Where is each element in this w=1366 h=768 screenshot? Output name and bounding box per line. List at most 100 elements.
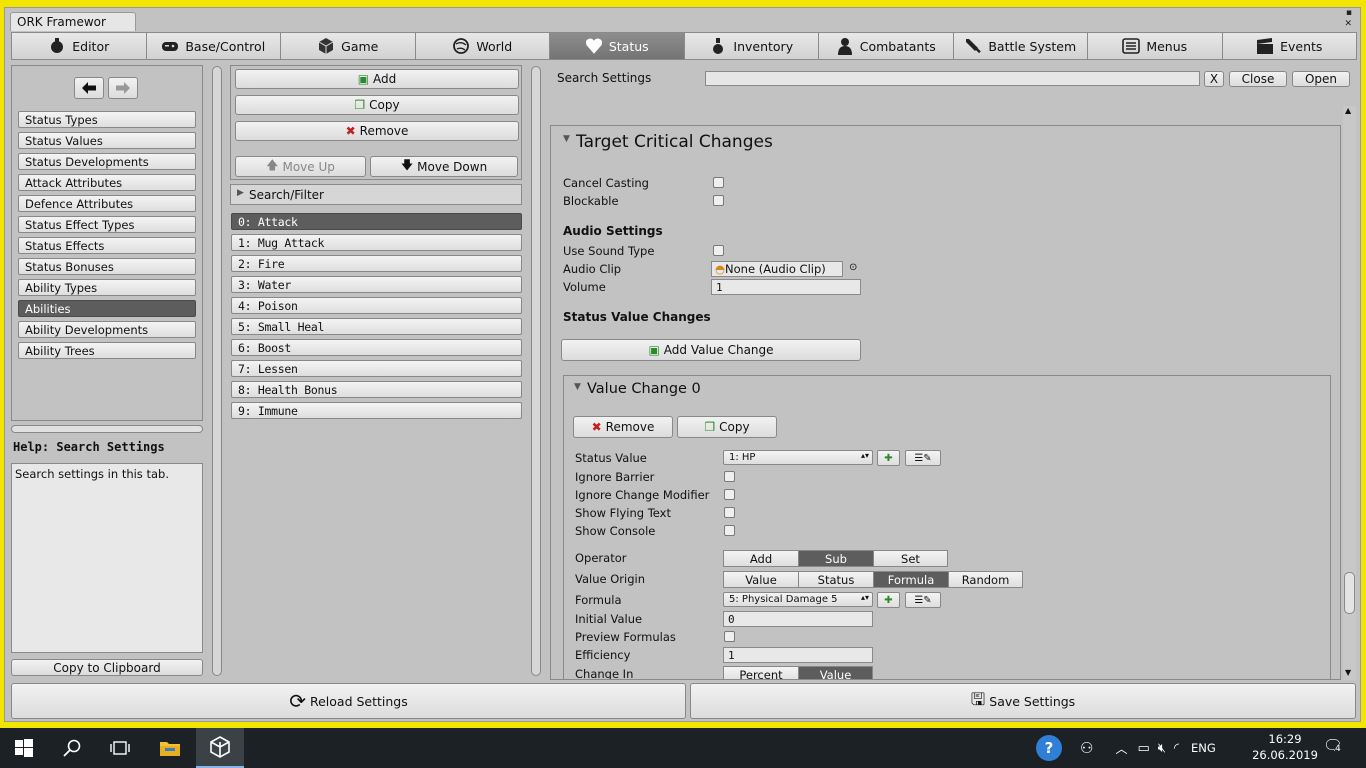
value-origin-options-option[interactable]: Random [948, 571, 1023, 588]
scroll-thumb[interactable] [1344, 572, 1355, 614]
left-hscroll[interactable] [11, 425, 203, 433]
search-filter-foldout[interactable]: ▶ Search/Filter [230, 184, 522, 205]
efficiency-field[interactable]: 1 [723, 647, 873, 663]
section-item[interactable]: Ability Types [18, 279, 196, 296]
value-origin-options-option[interactable]: Value [723, 571, 799, 588]
ability-item[interactable]: 1: Mug Attack [231, 234, 522, 251]
tab-world[interactable]: World [414, 32, 550, 60]
operator-options-option[interactable]: Sub [798, 550, 874, 567]
tab-game[interactable]: Game [280, 32, 416, 60]
section-item[interactable]: Status Types [18, 111, 196, 128]
language-indicator[interactable]: ENG [1191, 741, 1216, 755]
section-item[interactable]: Status Bonuses [18, 258, 196, 275]
people-icon[interactable]: ⚇ [1080, 739, 1093, 757]
volume-field[interactable]: 1 [711, 279, 861, 295]
section-item[interactable]: Status Values [18, 132, 196, 149]
use-sound-type-checkbox[interactable] [713, 245, 724, 256]
ability-item[interactable]: 4: Poison [231, 297, 522, 314]
ability-item[interactable]: 9: Immune [231, 402, 522, 419]
section-item[interactable]: Ability Developments [18, 321, 196, 338]
triangle-down-icon[interactable]: ▼ [563, 134, 570, 144]
tab-base-control[interactable]: Base/Control [145, 32, 281, 60]
ability-item[interactable]: 7: Lessen [231, 360, 522, 377]
middle-divider-scroll[interactable] [531, 66, 541, 676]
copy-button[interactable]: ❐ Copy [235, 95, 519, 115]
remove-button[interactable]: ✖ Remove [235, 121, 519, 141]
tab-battle-system[interactable]: Battle System [952, 32, 1088, 60]
chevron-up-icon[interactable]: ︿ [1115, 740, 1127, 757]
ability-item[interactable]: 3: Water [231, 276, 522, 293]
close-button[interactable]: Close [1229, 71, 1287, 87]
window-controls[interactable]: ▪ ✕ [1344, 8, 1352, 30]
ignore-change-modifier-checkbox[interactable] [724, 489, 735, 500]
formula-dropdown[interactable]: 5: Physical Damage 5 ▴▾ [723, 592, 873, 607]
status-value-dropdown[interactable]: 1: HP ▴▾ [723, 450, 873, 465]
copy-to-clipboard-button[interactable]: Copy to Clipboard [11, 659, 203, 676]
show-flying-text-checkbox[interactable] [724, 507, 735, 518]
edit-formula-button[interactable]: ☰✎ [905, 592, 941, 608]
object-picker-icon[interactable]: ⊙ [849, 262, 857, 273]
clock[interactable]: 16:29 26.06.2019 [1250, 731, 1320, 763]
section-item[interactable]: Status Developments [18, 153, 196, 170]
vc-copy-button[interactable]: ❐ Copy [677, 416, 777, 438]
scroll-down-icon[interactable]: ▼ [1345, 668, 1351, 677]
reload-settings-button[interactable]: ⟳ Reload Settings [11, 683, 686, 719]
audio-clip-field[interactable]: ◓None (Audio Clip) [711, 261, 843, 277]
task-view-button[interactable] [96, 728, 144, 768]
tab-editor[interactable]: Editor [11, 32, 147, 60]
section-item[interactable]: Abilities [18, 300, 196, 317]
section-item[interactable]: Status Effect Types [18, 216, 196, 233]
ability-item[interactable]: 6: Boost [231, 339, 522, 356]
open-button[interactable]: Open [1292, 71, 1350, 87]
wifi-icon[interactable]: ◜ [1174, 741, 1179, 756]
help-icon[interactable]: ? [1036, 735, 1062, 761]
search-settings-input[interactable] [705, 71, 1200, 86]
add-value-change-button[interactable]: ▣ Add Value Change [561, 339, 861, 361]
add-formula-button[interactable]: ✚ [877, 592, 900, 608]
tab-combatants[interactable]: Combatants [818, 32, 954, 60]
tab-menus[interactable]: Menus [1087, 32, 1223, 60]
triangle-down-icon[interactable]: ▼ [574, 382, 581, 392]
edit-status-value-button[interactable]: ☰✎ [905, 450, 941, 466]
notifications-button[interactable]: 🗨︎ 4 [1323, 736, 1347, 760]
show-console-checkbox[interactable] [724, 525, 735, 536]
section-item[interactable]: Attack Attributes [18, 174, 196, 191]
blockable-checkbox[interactable] [713, 195, 724, 206]
start-button[interactable] [0, 728, 48, 768]
ability-item[interactable]: 8: Health Bonus [231, 381, 522, 398]
file-explorer-button[interactable] [146, 728, 194, 768]
unity-button[interactable] [196, 728, 244, 768]
ignore-barrier-checkbox[interactable] [724, 471, 735, 482]
change-in-options-option[interactable]: Percent [723, 666, 799, 679]
change-in-options-option[interactable]: Value [798, 666, 873, 679]
cancel-casting-checkbox[interactable] [713, 177, 724, 188]
add-button[interactable]: ▣ Add [235, 69, 519, 89]
operator-options-option[interactable]: Set [873, 550, 948, 567]
scroll-up-icon[interactable]: ▲ [1345, 106, 1351, 115]
ability-item[interactable]: 2: Fire [231, 255, 522, 272]
operator-options-option[interactable]: Add [723, 550, 799, 567]
add-status-value-button[interactable]: ✚ [877, 450, 900, 466]
forward-button[interactable] [108, 77, 138, 99]
save-settings-button[interactable]: 🖫 Save Settings [690, 683, 1356, 719]
ability-item[interactable]: 5: Small Heal [231, 318, 522, 335]
tab-events[interactable]: Events [1221, 32, 1357, 60]
window-tab[interactable]: ORK Framewor [10, 12, 136, 31]
battery-icon[interactable]: ▭ [1137, 741, 1149, 756]
section-item[interactable]: Defence Attributes [18, 195, 196, 212]
volume-muted-icon[interactable]: 🔇︎ [1158, 741, 1166, 756]
left-divider-scroll[interactable] [212, 66, 222, 676]
move-up-button[interactable]: 🡅 Move Up [235, 156, 366, 177]
value-origin-options-option[interactable]: Status [798, 571, 874, 588]
section-item[interactable]: Status Effects [18, 237, 196, 254]
tab-inventory[interactable]: Inventory [683, 32, 819, 60]
value-origin-options-option[interactable]: Formula [873, 571, 949, 588]
search-button[interactable] [48, 728, 96, 768]
back-button[interactable] [74, 77, 104, 99]
move-down-button[interactable]: 🡇 Move Down [370, 156, 518, 177]
tab-status[interactable]: Status [549, 32, 685, 60]
section-item[interactable]: Ability Trees [18, 342, 196, 359]
vc-remove-button[interactable]: ✖ Remove [573, 416, 673, 438]
initial-value-field[interactable]: 0 [723, 611, 873, 627]
settings-scrollbar[interactable]: ▲ ▼ [1343, 106, 1356, 680]
